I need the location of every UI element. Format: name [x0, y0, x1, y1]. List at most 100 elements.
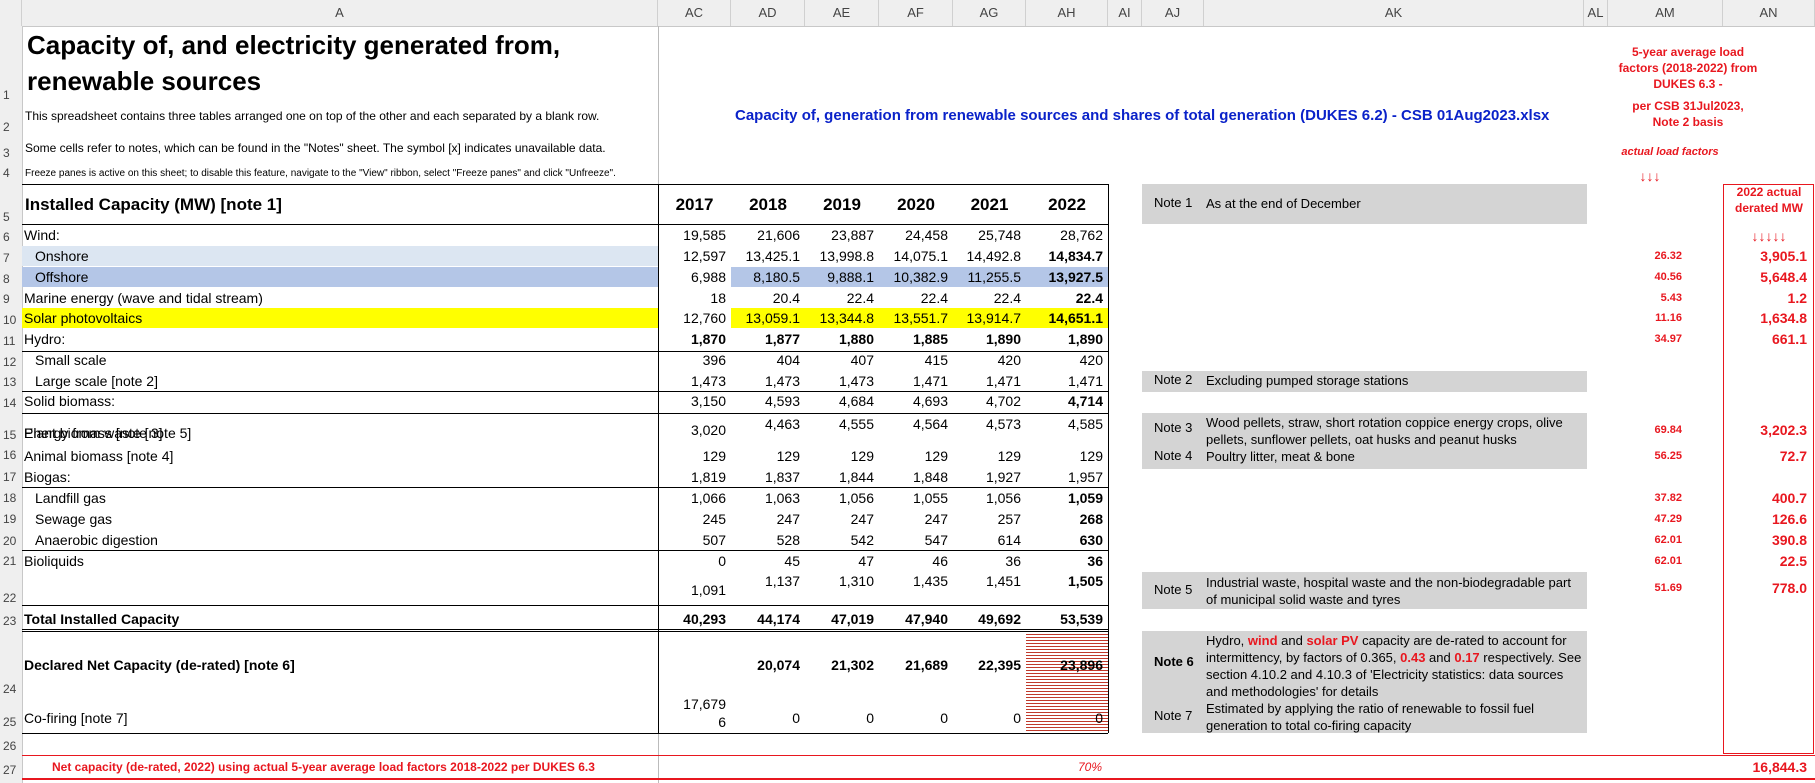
table-cell[interactable]: 4,463 [731, 414, 800, 434]
table-cell[interactable]: 47,019 [805, 609, 874, 629]
table-cell[interactable]: 1,880 [805, 329, 874, 349]
table-cell[interactable]: 49,692 [953, 609, 1021, 629]
table-cell[interactable]: 13,425.1 [731, 246, 801, 266]
table-cell[interactable]: 47,940 [879, 609, 948, 629]
row-number[interactable]: 24 [0, 682, 22, 696]
row-number[interactable]: 13 [0, 375, 22, 389]
table-cell[interactable]: 1,927 [953, 467, 1021, 487]
table-cell[interactable]: 1,837 [731, 467, 800, 487]
table-cell[interactable]: 21,302 [805, 655, 874, 675]
an-derated-mw[interactable]: 126.6 [1723, 509, 1807, 529]
am-load-factor[interactable]: 47.29 [1608, 509, 1682, 529]
am-load-factor[interactable]: 5.43 [1608, 288, 1682, 308]
table-cell[interactable]: 1,091 [658, 580, 726, 600]
table-cell[interactable]: 40,293 [658, 609, 726, 629]
col-header-aj[interactable]: AJ [1142, 0, 1204, 26]
table-cell[interactable]: 1,059 [1026, 488, 1103, 508]
table-cell[interactable]: 247 [805, 509, 874, 529]
table-cell[interactable]: 10,382.9 [879, 267, 949, 287]
an-derated-mw[interactable]: 5,648.4 [1723, 267, 1807, 287]
an-derated-mw[interactable]: 400.7 [1723, 488, 1807, 508]
row-number[interactable]: 5 [0, 210, 22, 224]
row-number[interactable]: 21 [0, 554, 22, 568]
table-cell[interactable]: 1,870 [658, 329, 726, 349]
table-cell[interactable]: 1,471 [953, 371, 1021, 391]
row-number[interactable]: 14 [0, 396, 22, 410]
table-cell[interactable]: 129 [658, 446, 726, 466]
table-cell[interactable]: 1,471 [879, 371, 948, 391]
row-number[interactable]: 20 [0, 534, 22, 548]
table-cell[interactable]: 614 [953, 530, 1021, 550]
an-derated-mw[interactable]: 778.0 [1723, 578, 1807, 598]
am-load-factor[interactable]: 69.84 [1608, 420, 1682, 440]
table-cell[interactable]: 4,573 [953, 414, 1021, 434]
row-number[interactable]: 25 [0, 715, 22, 729]
am-load-factor[interactable]: 37.82 [1608, 488, 1682, 508]
table-cell[interactable]: 129 [1026, 446, 1103, 466]
col-header-ae[interactable]: AE [805, 0, 879, 26]
table-cell[interactable]: 22.4 [1026, 288, 1103, 308]
table-cell[interactable]: 542 [805, 530, 874, 550]
row-number[interactable]: 23 [0, 614, 22, 628]
table-cell[interactable]: 3,150 [658, 391, 726, 411]
am-load-factor[interactable]: 34.97 [1608, 329, 1682, 349]
table-cell[interactable]: 28,762 [1026, 225, 1103, 245]
table-cell[interactable]: 22,395 [953, 655, 1021, 675]
an-derated-mw[interactable]: 72.7 [1723, 446, 1807, 466]
row-number[interactable]: 22 [0, 591, 22, 605]
table-cell[interactable]: 4,702 [953, 391, 1021, 411]
table-cell[interactable]: 407 [805, 350, 874, 370]
row-number[interactable]: 4 [0, 166, 22, 180]
table-cell[interactable]: 547 [879, 530, 948, 550]
table-cell[interactable]: 12,760 [658, 308, 726, 328]
table-cell[interactable]: 53,539 [1026, 609, 1103, 629]
am-load-factor[interactable]: 62.01 [1608, 530, 1682, 550]
col-header-ai[interactable]: AI [1108, 0, 1142, 26]
table-cell[interactable]: 4,593 [731, 391, 800, 411]
table-cell[interactable]: 1,819 [658, 467, 726, 487]
table-cell[interactable]: 47 [805, 551, 874, 571]
table-cell[interactable]: 3,020 [658, 420, 726, 440]
table-cell[interactable]: 0 [953, 708, 1021, 728]
table-cell[interactable]: 36 [953, 551, 1021, 571]
table-cell[interactable]: 1,451 [953, 571, 1021, 591]
an-derated-mw[interactable]: 1.2 [1723, 288, 1807, 308]
col-header-ah[interactable]: AH [1026, 0, 1108, 26]
table-cell[interactable]: 268 [1026, 509, 1103, 529]
table-cell[interactable]: 4,693 [879, 391, 948, 411]
am-load-factor[interactable]: 40.56 [1608, 267, 1682, 287]
table-cell[interactable]: 22.4 [879, 288, 948, 308]
table-cell[interactable]: 420 [953, 350, 1021, 370]
table-cell[interactable]: 4,585 [1026, 414, 1103, 434]
row-number[interactable]: 9 [0, 292, 22, 306]
table-cell[interactable]: 14,651.1 [1026, 308, 1104, 328]
table-cell[interactable]: 1,063 [731, 488, 800, 508]
table-cell[interactable]: 528 [731, 530, 800, 550]
an-derated-mw[interactable]: 3,202.3 [1723, 420, 1807, 440]
table-cell[interactable]: 0 [879, 708, 948, 728]
table-cell[interactable]: 13,344.8 [805, 308, 875, 328]
table-cell[interactable]: 1,877 [731, 329, 800, 349]
table-cell[interactable]: 1,066 [658, 488, 726, 508]
table-cell[interactable]: 4,714 [1026, 391, 1103, 411]
table-cell[interactable]: 1,844 [805, 467, 874, 487]
table-cell[interactable]: 14,492.8 [953, 246, 1022, 266]
an-derated-mw[interactable]: 390.8 [1723, 530, 1807, 550]
row-number[interactable]: 27 [0, 763, 22, 777]
an-derated-mw[interactable]: 1,634.8 [1723, 308, 1807, 328]
table-cell[interactable]: 1,890 [1026, 329, 1103, 349]
col-header-ag[interactable]: AG [953, 0, 1026, 26]
row-number[interactable]: 11 [0, 334, 22, 348]
am-load-factor[interactable]: 56.25 [1608, 446, 1682, 466]
table-cell[interactable]: 21,689 [879, 655, 948, 675]
table-cell[interactable]: 20.4 [731, 288, 800, 308]
an-derated-mw[interactable]: 661.1 [1723, 329, 1807, 349]
table-cell[interactable]: 1,055 [879, 488, 948, 508]
table-cell[interactable]: 396 [658, 350, 726, 370]
table-cell[interactable]: 25,748 [953, 225, 1021, 245]
table-cell[interactable]: 44,174 [731, 609, 800, 629]
table-cell[interactable]: 0 [731, 708, 800, 728]
table-cell[interactable]: 13,059.1 [731, 308, 801, 328]
table-cell[interactable]: 245 [658, 509, 726, 529]
an-derated-mw[interactable]: 22.5 [1723, 551, 1807, 571]
